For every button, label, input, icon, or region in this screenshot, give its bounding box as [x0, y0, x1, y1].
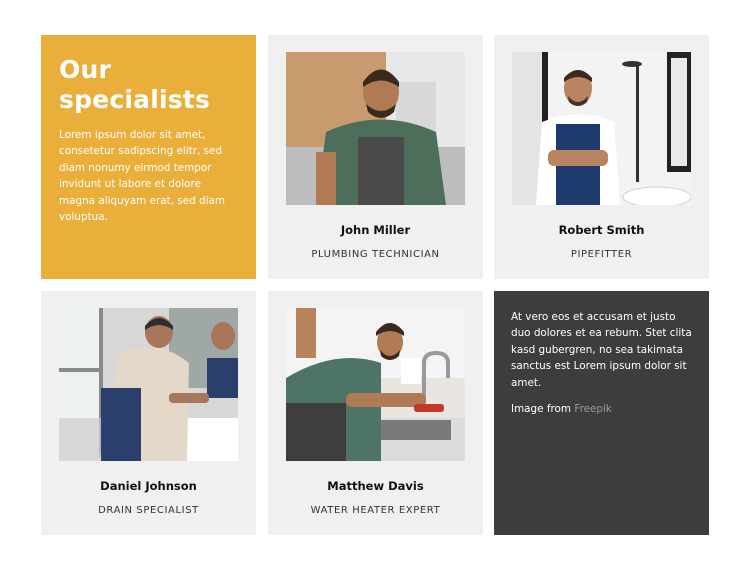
credit-prefix: Image from: [511, 403, 572, 416]
specialist-card: Daniel Johnson DRAIN SPECIALIST: [41, 291, 256, 535]
title-line-1: Our: [59, 55, 111, 84]
specialist-role: PLUMBING TECHNICIAN: [311, 249, 440, 260]
page-title: Our specialists: [59, 55, 238, 115]
specialist-name: Robert Smith: [558, 223, 645, 237]
specialist-photo: [286, 52, 465, 205]
intro-card: Our specialists Lorem ipsum dolor sit am…: [41, 35, 256, 279]
specialist-photo: [512, 52, 691, 205]
freepik-link[interactable]: Freepik: [574, 403, 612, 415]
intro-text: Lorem ipsum dolor sit amet, consetetur s…: [59, 129, 225, 224]
specialist-name: Matthew Davis: [327, 479, 424, 493]
title-line-2: specialists: [59, 85, 211, 114]
specialist-photo: [286, 308, 465, 461]
specialist-role: PIPEFITTER: [570, 249, 633, 260]
specialist-card: Robert Smith PIPEFITTER: [494, 35, 709, 279]
specialist-role: DRAIN SPECIALIST: [98, 505, 199, 516]
specialist-card: Matthew Davis WATER HEATER EXPERT: [268, 291, 483, 535]
specialist-card: John Miller PLUMBING TECHNICIAN: [268, 35, 483, 279]
info-card: At vero eos et accusam et justo duo dolo…: [494, 291, 709, 535]
specialist-photo: [59, 308, 238, 461]
info-text: At vero eos et accusam et justo duo dolo…: [511, 311, 692, 389]
specialist-name: John Miller: [340, 223, 411, 237]
specialist-role: WATER HEATER EXPERT: [310, 505, 441, 516]
image-credit: Image from Freepik: [511, 403, 693, 415]
specialist-name: Daniel Johnson: [100, 479, 197, 493]
